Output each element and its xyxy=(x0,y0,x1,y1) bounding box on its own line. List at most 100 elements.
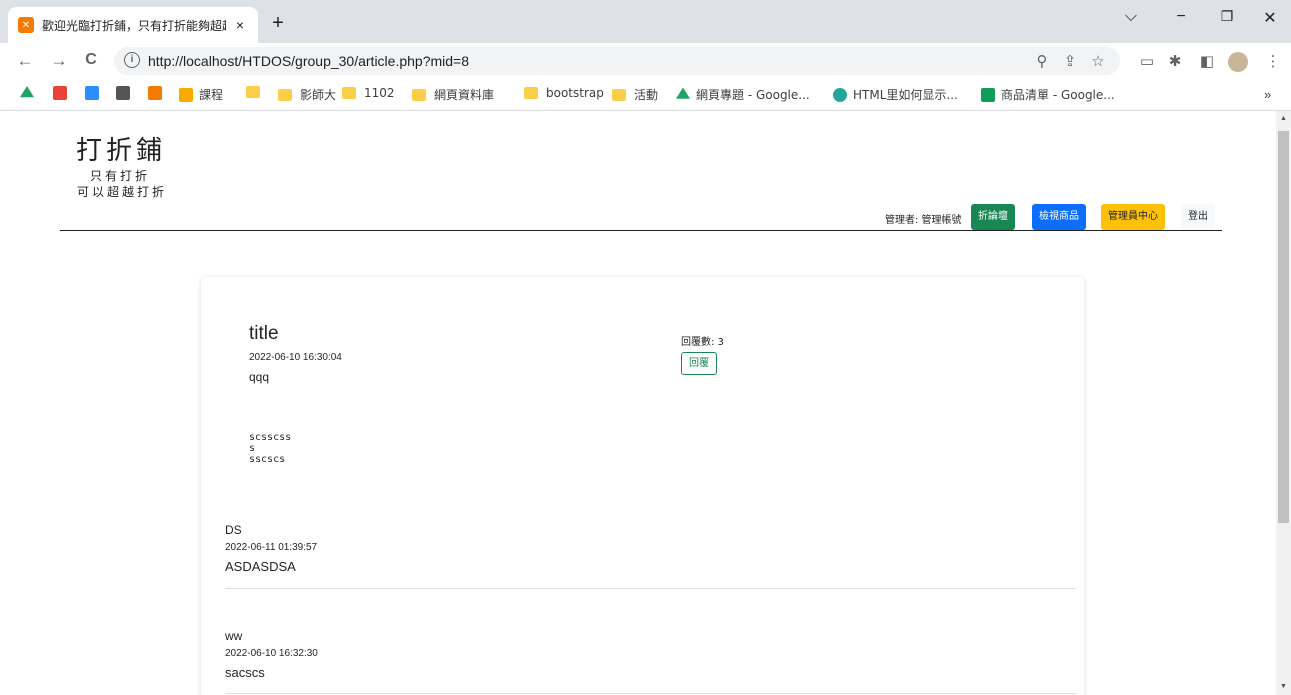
back-button[interactable]: ← xyxy=(14,51,36,71)
bookmark-label: HTML里如何显示... xyxy=(853,88,958,102)
browser-tab-strip: ✕ 歡迎光臨打折鋪，只有打折能夠超越 × + ⌵ − ❐ ✕ xyxy=(0,0,1291,43)
bookmark-folder[interactable]: 影師大 xyxy=(278,86,336,103)
restore-button[interactable]: ❐ xyxy=(1212,8,1242,25)
extensions-icon[interactable]: ✱ xyxy=(1164,52,1186,70)
site-logo-subtitle: 可以超越打折 xyxy=(77,185,168,199)
close-window-button[interactable]: ✕ xyxy=(1255,8,1285,28)
page-content: 打折鋪 只有打折 可以超越打折 管理者: 管理帳號 折論壇 檢視商品 管理員中心… xyxy=(0,111,1276,695)
reply-author: DS xyxy=(225,523,242,537)
bookmark-gmail[interactable] xyxy=(53,86,73,100)
bookmark-folder[interactable]: 活動 xyxy=(612,86,658,103)
article-extra-line: sscscs xyxy=(249,454,286,465)
bookmark-label: 網頁專題 - Google... xyxy=(696,88,810,102)
reply-button[interactable]: 回覆 xyxy=(681,352,717,375)
profile-avatar[interactable] xyxy=(1228,52,1248,72)
classroom-icon xyxy=(179,87,193,102)
menu-icon[interactable]: ⋮ xyxy=(1262,52,1284,70)
bookmark-sheets[interactable]: 商品清單 - Google... xyxy=(981,86,1115,103)
article-title: title xyxy=(249,323,279,344)
bookmark-drive[interactable]: 網頁專題 - Google... xyxy=(676,86,810,103)
forum-button[interactable]: 折論壇 xyxy=(971,204,1015,230)
bookmark-zoom[interactable] xyxy=(85,86,105,100)
site-logo-subtitle: 只有打折 xyxy=(90,169,151,183)
bookmark-docs[interactable] xyxy=(116,86,136,100)
bookmark-label: bootstrap xyxy=(546,86,604,100)
minimize-button[interactable]: − xyxy=(1166,8,1196,26)
reply-item: DS 2022-06-11 01:39:57 ASDASDSA xyxy=(225,523,1075,574)
bookmark-cloud[interactable]: HTML里如何显示... xyxy=(833,86,958,103)
google-drive-icon xyxy=(20,86,34,98)
reply-date: 2022-06-11 01:39:57 xyxy=(225,542,318,553)
zoom-icon xyxy=(85,86,99,100)
tab-search-icon[interactable]: ⌵ xyxy=(1116,8,1146,26)
folder-icon xyxy=(524,87,538,99)
header-divider xyxy=(60,230,1222,231)
cast-icon[interactable]: ▭ xyxy=(1136,52,1158,70)
bookmark-folder[interactable]: 網頁資料庫 xyxy=(412,86,494,103)
reply-body: ASDASDSA xyxy=(225,559,296,574)
article-date: 2022-06-10 16:30:04 xyxy=(249,352,342,363)
article-extra-line: s xyxy=(249,443,256,454)
bookmarks-bar: 課程 影師大 1102 網頁資料庫 bootstrap 活動 網頁專題 - Go… xyxy=(0,79,1291,111)
folder-icon xyxy=(342,87,356,99)
scrollbar-thumb[interactable] xyxy=(1278,131,1289,523)
url-text[interactable]: http://localhost/HTDOS/group_30/article.… xyxy=(148,53,469,69)
bookmark-folder[interactable]: bootstrap xyxy=(524,86,604,100)
article-extra-content: scsscss s sscscs xyxy=(249,432,291,465)
cloud-icon xyxy=(833,87,847,102)
article-body: qqq xyxy=(249,370,270,384)
bookmark-label: 1102 xyxy=(364,86,395,100)
browser-toolbar: ← → C i http://localhost/HTDOS/group_30/… xyxy=(0,43,1291,79)
reply-divider xyxy=(225,693,1076,694)
article-card: title 2022-06-10 16:30:04 qqq 回覆數: 3 回覆 … xyxy=(201,277,1084,695)
reply-item: ww 2022-06-10 16:32:30 sacscs xyxy=(225,629,1075,680)
new-tab-button[interactable]: + xyxy=(266,12,290,35)
bookmark-label: 網頁資料庫 xyxy=(434,88,495,102)
reply-body: sacscs xyxy=(225,665,265,680)
bookmark-label: 商品清單 - Google... xyxy=(1001,88,1115,102)
reply-divider xyxy=(225,588,1076,589)
reply-count: 回覆數: 3 xyxy=(681,337,724,348)
bookmark-classroom[interactable]: 課程 xyxy=(179,86,223,103)
xampp-icon xyxy=(148,86,162,100)
bookmark-folder[interactable]: 1102 xyxy=(342,86,395,100)
admin-account-label: 管理者: 管理帳號 xyxy=(885,215,962,226)
bookmarks-overflow-button[interactable]: » xyxy=(1264,87,1271,102)
folder-icon xyxy=(246,86,260,98)
xampp-favicon-icon: ✕ xyxy=(18,17,34,33)
sheets-icon xyxy=(981,87,995,102)
gmail-icon xyxy=(53,86,67,100)
forward-button[interactable]: → xyxy=(48,51,70,71)
star-icon[interactable]: ☆ xyxy=(1088,52,1108,70)
bookmark-label: 影師大 xyxy=(300,88,337,102)
article-extra-line: scsscss xyxy=(249,432,292,443)
address-bar[interactable]: i http://localhost/HTDOS/group_30/articl… xyxy=(114,47,1120,75)
logout-button[interactable]: 登出 xyxy=(1181,204,1215,230)
zoom-icon[interactable]: ⚲ xyxy=(1032,52,1052,70)
site-info-icon[interactable]: i xyxy=(124,52,140,68)
share-icon[interactable]: ⇪ xyxy=(1060,52,1080,70)
browser-tab[interactable]: ✕ 歡迎光臨打折鋪，只有打折能夠超越 × xyxy=(8,7,258,43)
folder-icon xyxy=(612,88,626,101)
sidepanel-icon[interactable]: ◧ xyxy=(1196,52,1218,70)
scroll-down-arrow-icon[interactable]: ▼ xyxy=(1280,683,1287,690)
bookmark-folder[interactable] xyxy=(246,86,268,98)
view-products-button[interactable]: 檢視商品 xyxy=(1032,204,1086,230)
tab-title: 歡迎光臨打折鋪，只有打折能夠超越 xyxy=(42,18,226,33)
tab-close-icon[interactable]: × xyxy=(232,17,248,33)
bookmark-drive[interactable] xyxy=(20,86,40,100)
scroll-up-arrow-icon[interactable]: ▲ xyxy=(1280,115,1287,122)
reply-author: ww xyxy=(225,629,243,643)
page-scrollbar[interactable]: ▲ ▼ xyxy=(1276,111,1291,695)
reply-date: 2022-06-10 16:32:30 xyxy=(225,648,318,659)
bookmark-xampp[interactable] xyxy=(148,86,168,100)
google-drive-icon xyxy=(676,87,690,99)
bookmark-label: 課程 xyxy=(199,88,224,102)
docs-icon xyxy=(116,86,130,100)
folder-icon xyxy=(412,88,426,101)
admin-center-button[interactable]: 管理員中心 xyxy=(1101,204,1165,230)
site-logo-title[interactable]: 打折鋪 xyxy=(76,130,166,167)
folder-icon xyxy=(278,88,292,101)
reload-button[interactable]: C xyxy=(80,51,102,69)
bookmark-label: 活動 xyxy=(634,88,659,102)
